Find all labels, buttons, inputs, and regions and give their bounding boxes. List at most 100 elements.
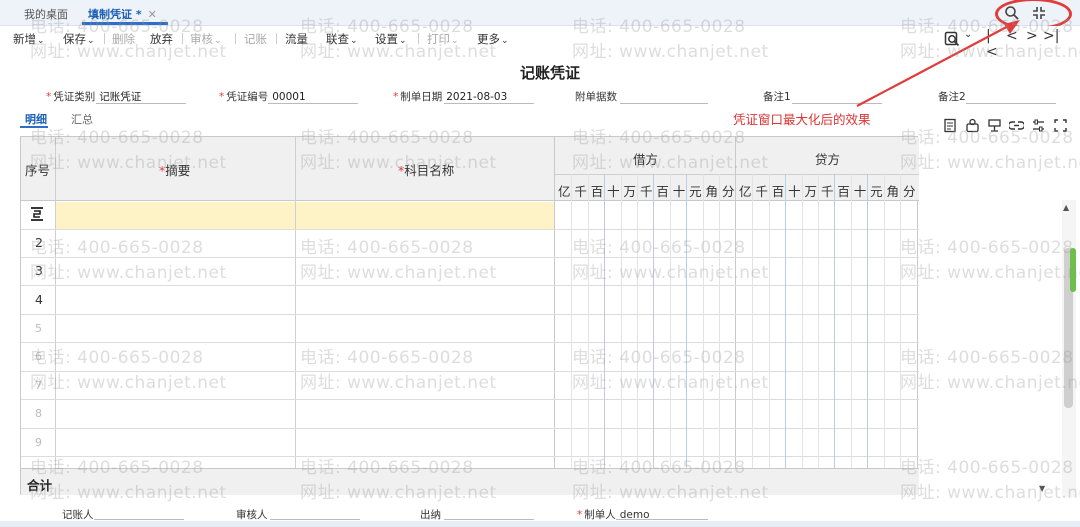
active-subtab-indicator [20, 126, 48, 128]
watermark-phone: 电话: 400-665-0028 [900, 238, 1074, 258]
new-button-label: 新增 [13, 32, 36, 46]
delete-row-icon[interactable] [987, 118, 1002, 133]
digit-col-divider [768, 174, 770, 468]
discard-button[interactable]: 放弃 [150, 31, 173, 47]
voucher-number-value: 00001 [272, 91, 306, 103]
toolbar: 新增⌄ 保存⌄ 删除 放弃 审核⌄ 记账 流量 联查⌄ 设置⌄ 打印⌄ 更多⌄ [0, 26, 1080, 50]
row-number: 5 [35, 322, 42, 335]
tab-detail[interactable]: 明细 [25, 111, 47, 127]
debit-digit-header: 十 [672, 184, 686, 199]
first-record-icon[interactable]: |< [986, 28, 998, 60]
watermark-phone: 电话: 400-665-0028 [900, 348, 1074, 368]
tab-bar: 我的桌面 填制凭证 * ✕ [0, 0, 1080, 30]
voucher-type-value: 记账凭证 [99, 91, 142, 103]
header-account-label: 科目名称 [404, 163, 455, 178]
close-icon[interactable]: ✕ [148, 8, 157, 21]
fullscreen-icon[interactable] [1053, 118, 1068, 133]
flow-button[interactable]: 流量 [285, 31, 308, 47]
credit-digit-header: 十 [788, 184, 801, 199]
voucher-type-field[interactable]: * 凭证类别 记账凭证 [46, 89, 141, 104]
toolbar-divider [104, 33, 105, 44]
voucher-date-field[interactable]: * 制单日期 2021-08-03 [393, 89, 507, 104]
col-divider [295, 137, 296, 468]
digit-col-divider [883, 174, 885, 468]
chevron-down-icon: ⌄ [451, 36, 459, 46]
last-record-icon[interactable]: >| [1043, 28, 1059, 44]
toolbar-divider [235, 33, 236, 44]
digit-col-divider [620, 174, 622, 468]
field-underline [792, 103, 882, 104]
tab-desktop[interactable]: 我的桌面 [24, 6, 68, 22]
header-credit: 贷方 [815, 152, 841, 167]
active-tab-indicator [82, 22, 168, 25]
scroll-up-icon[interactable]: ▲ [1063, 203, 1069, 212]
next-record-icon[interactable]: > [1026, 28, 1038, 44]
lookup-button[interactable]: 联查⌄ [326, 31, 358, 47]
watermark-phone: 电话: 400-665-0028 [900, 458, 1074, 478]
field-underline [620, 103, 708, 104]
digit-col-divider [867, 174, 869, 468]
header-account: *科目名称 [398, 160, 454, 179]
required-mark: * [393, 91, 399, 103]
credit-digit-header: 万 [804, 184, 818, 199]
debit-digit-header: 亿 [557, 184, 571, 199]
annotation-text: 凭证窗口最大化后的效果 [733, 112, 871, 127]
header-summary: *摘要 [159, 160, 190, 179]
print-button[interactable]: 打印⌄ [427, 31, 459, 47]
review-button-label: 审核 [190, 32, 213, 46]
note2-label: 备注2 [938, 91, 966, 103]
link-icon[interactable] [1009, 118, 1024, 133]
post-button[interactable]: 记账 [244, 31, 267, 47]
voucher-grid: 序号 *摘要 *科目名称 借方 贷方 2 3 4 5 6 7 8 9 合计 亿千… [20, 136, 919, 495]
insert-row-icon[interactable] [943, 118, 958, 133]
tab-fill-voucher[interactable]: 填制凭证 * ✕ [88, 6, 157, 22]
voucher-date-label: 制单日期 [400, 91, 443, 103]
scroll-down-icon[interactable]: ▼ [1039, 484, 1045, 493]
credit-digit-header: 亿 [738, 184, 752, 199]
note2-field[interactable]: 备注2 [938, 89, 966, 104]
digit-col-divider [587, 174, 589, 468]
reviewer-field: 审核人 [236, 509, 268, 521]
attachments-field[interactable]: 附单据数 [575, 89, 617, 104]
chevron-down-icon[interactable]: ⌄ [964, 29, 972, 40]
row-number: 7 [35, 379, 42, 392]
delete-button[interactable]: 删除 [112, 31, 135, 47]
lookup-button-label: 联查 [326, 32, 349, 46]
note1-field[interactable]: 备注1 [763, 89, 791, 104]
bookkeeper-field: 记账人 [62, 509, 94, 521]
tab-summary[interactable]: 汇总 [71, 111, 93, 127]
save-button[interactable]: 保存⌄ [63, 31, 95, 47]
credit-digit-header: 十 [853, 184, 867, 199]
digit-header-divider [554, 174, 919, 175]
credit-digit-header: 千 [755, 184, 768, 199]
column-settings-icon[interactable] [1031, 118, 1046, 133]
voucher-date-value: 2021-08-03 [446, 91, 508, 103]
settings-button[interactable]: 设置⌄ [375, 31, 407, 47]
review-button[interactable]: 审核⌄ [190, 31, 222, 47]
header-summary-label: 摘要 [165, 163, 191, 178]
credit-digit-header: 元 [870, 184, 883, 199]
previous-record-icon[interactable]: < [1006, 28, 1018, 44]
toolbar-divider [276, 33, 277, 44]
digit-col-divider [719, 174, 720, 468]
debit-digit-header: 元 [689, 184, 702, 199]
more-button[interactable]: 更多⌄ [477, 31, 509, 47]
voucher-search-icon[interactable] [944, 31, 960, 47]
voucher-number-label: 凭证编号 [226, 91, 269, 103]
tab-fill-voucher-label: 填制凭证 * [88, 8, 142, 21]
credit-digit-header: 百 [771, 184, 785, 199]
digit-col-divider [637, 174, 638, 468]
scrollbar-grip[interactable] [1070, 248, 1076, 292]
field-underline [94, 519, 184, 520]
voucher-title: 记账凭证 [519, 64, 580, 82]
active-row-edit-icon[interactable] [30, 206, 44, 222]
voucher-number-field[interactable]: * 凭证编号 00001 [219, 89, 306, 104]
digit-col-divider [752, 174, 754, 468]
required-mark: * [219, 91, 225, 103]
save-button-label: 保存 [63, 32, 86, 46]
col-divider [55, 137, 56, 468]
print-button-label: 打印 [427, 32, 450, 46]
new-button[interactable]: 新增⌄ [13, 31, 45, 47]
chevron-down-icon: ⌄ [399, 36, 407, 46]
copy-row-icon[interactable] [965, 118, 980, 133]
